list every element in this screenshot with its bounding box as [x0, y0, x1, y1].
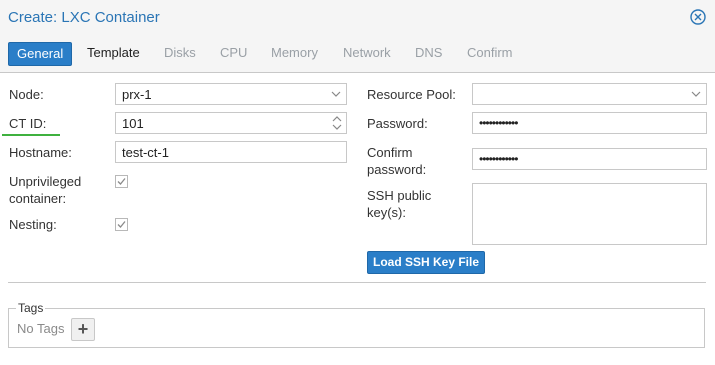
plus-icon: + [77, 319, 89, 339]
ssh-key-label-line1: SSH public [367, 188, 432, 203]
resource-pool-select[interactable] [472, 83, 707, 105]
node-select[interactable]: prx-1 [115, 83, 347, 105]
spinner-arrows-icon[interactable] [331, 114, 343, 132]
nesting-label: Nesting: [9, 217, 57, 232]
tab-cpu[interactable]: CPU [220, 42, 247, 64]
section-divider [8, 282, 706, 283]
ctid-label: CT ID: [9, 116, 47, 131]
hostname-input[interactable]: test-ct-1 [115, 141, 347, 163]
tab-dns[interactable]: DNS [415, 42, 442, 64]
tags-fieldset [8, 308, 705, 348]
confirm-password-label-line2: password: [367, 162, 427, 177]
password-input[interactable]: •••••••••••• [472, 112, 707, 134]
dialog-title: Create: LXC Container [8, 9, 160, 26]
chevron-down-icon[interactable] [330, 88, 342, 100]
chevron-down-icon[interactable] [690, 88, 702, 100]
unprivileged-checkbox[interactable] [115, 175, 128, 188]
tab-memory[interactable]: Memory [271, 42, 318, 64]
tab-template[interactable]: Template [87, 42, 140, 64]
hostname-value: test-ct-1 [122, 145, 169, 160]
resource-pool-label: Resource Pool: [367, 87, 456, 102]
tab-general[interactable]: General [8, 42, 73, 66]
confirm-password-value: •••••••••••• [479, 152, 518, 166]
node-value: prx-1 [122, 87, 152, 102]
load-ssh-key-file-button[interactable]: Load SSH Key File [367, 251, 485, 274]
ssh-key-textarea[interactable] [472, 183, 707, 245]
ctid-value: 101 [122, 116, 144, 131]
node-label: Node: [9, 87, 44, 102]
hostname-label: Hostname: [9, 145, 72, 160]
confirm-password-input[interactable]: •••••••••••• [472, 148, 707, 170]
password-label: Password: [367, 116, 428, 131]
add-tag-button[interactable]: + [71, 318, 95, 341]
confirm-password-label-line1: Confirm [367, 145, 413, 160]
required-field-underline [2, 134, 60, 136]
dialog-titlebar: Create: LXC Container [0, 0, 715, 36]
close-icon[interactable] [690, 9, 706, 25]
password-value: •••••••••••• [479, 116, 518, 130]
no-tags-text: No Tags [17, 321, 65, 336]
unprivileged-label-line1: Unprivileged [9, 174, 82, 189]
wizard-tabs: General Template Disks CPU Memory Networ… [0, 36, 715, 73]
ssh-key-label-line2: key(s): [367, 205, 406, 220]
nesting-checkbox[interactable] [115, 218, 128, 231]
ctid-spinner[interactable]: 101 [115, 112, 347, 134]
tab-confirm[interactable]: Confirm [467, 42, 513, 64]
tab-network[interactable]: Network [343, 42, 391, 64]
unprivileged-label-line2: container: [9, 191, 67, 206]
tags-legend: Tags [16, 301, 46, 315]
tab-disks[interactable]: Disks [164, 42, 196, 64]
